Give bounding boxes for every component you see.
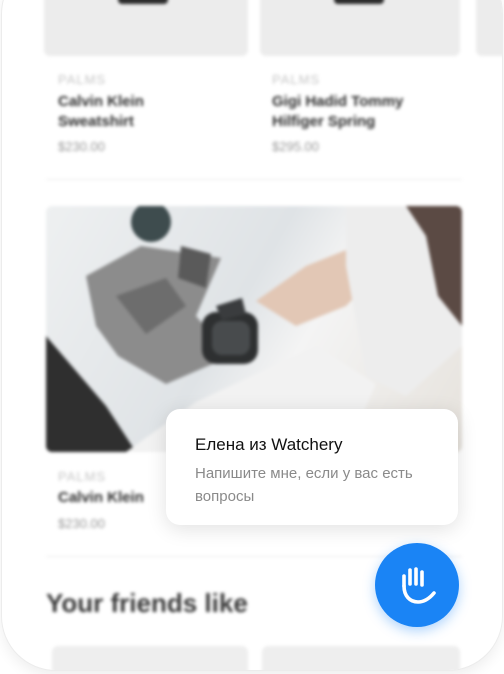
product-thumbnail[interactable]	[260, 0, 460, 56]
product-brand: PALMS	[58, 72, 107, 87]
product-name-line: Sweatshirt	[58, 113, 134, 130]
product-name-line: Hilfiger Spring	[272, 113, 376, 130]
chat-open-button[interactable]	[375, 543, 459, 627]
product-brand: PALMS	[58, 469, 107, 484]
product-name[interactable]: Calvin Klein Sweatshirt	[58, 92, 228, 132]
friends-product-card[interactable]	[262, 646, 460, 670]
chat-popup[interactable]: Елена из Watchery Напишите мне, если у в…	[166, 409, 458, 525]
chat-agent-name: Елена из Watchery	[195, 435, 343, 454]
product-name-line: Calvin Klein	[58, 93, 144, 110]
product-price: $230.00	[58, 139, 105, 154]
product-name[interactable]: Gigi Hadid Tommy Hilfiger Spring	[272, 92, 442, 132]
product-thumbnail[interactable]	[476, 0, 502, 56]
friends-product-card[interactable]	[52, 646, 248, 670]
section-title: Your friends like	[46, 588, 248, 618]
divider	[46, 179, 462, 180]
product-tag	[118, 0, 168, 4]
product-price: $230.00	[58, 516, 105, 531]
product-name-line: Gigi Hadid Tommy	[272, 93, 404, 110]
chat-message: Напишите мне, если у вас есть вопросы	[195, 465, 413, 505]
product-thumbnail[interactable]	[44, 0, 248, 56]
product-price: $295.00	[272, 139, 319, 154]
product-tag	[334, 0, 384, 4]
product-brand: PALMS	[272, 72, 321, 87]
hand-wave-icon	[402, 567, 436, 604]
